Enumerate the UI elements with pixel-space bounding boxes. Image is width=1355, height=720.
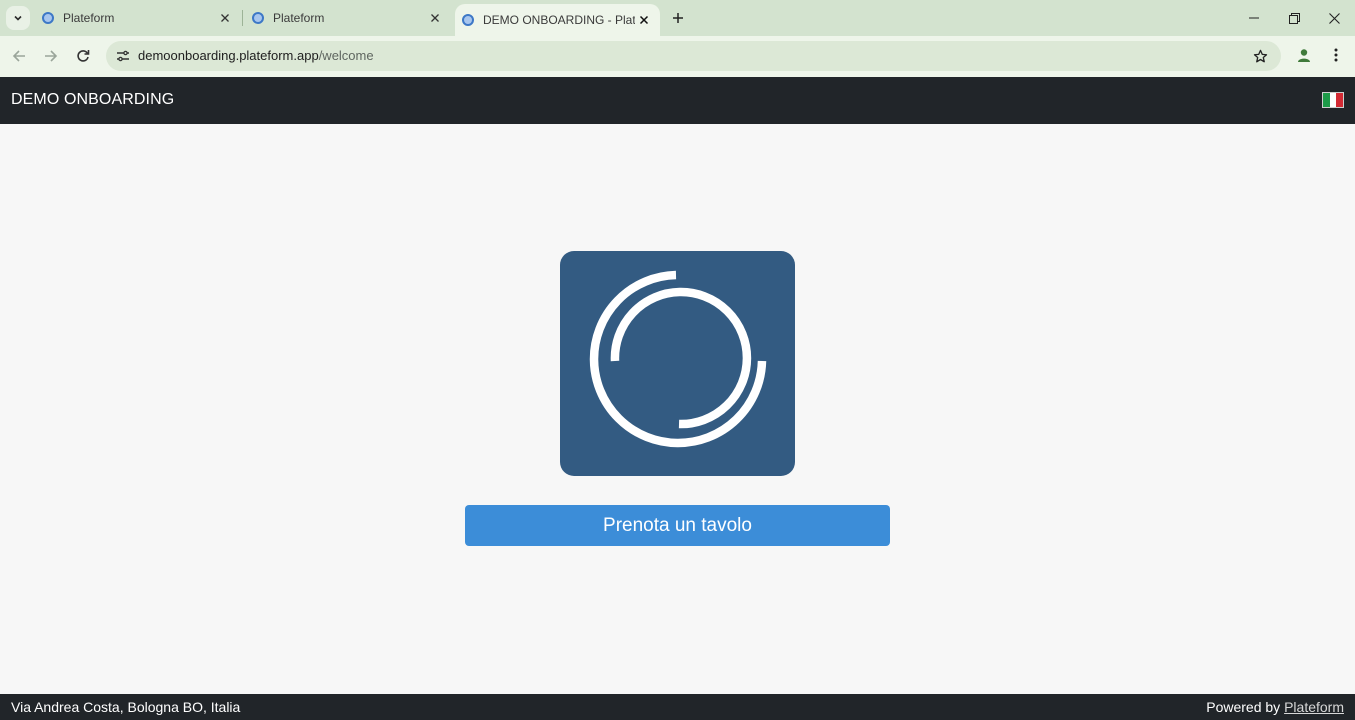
forward-arrow-icon[interactable]	[40, 45, 62, 67]
plateform-logo	[560, 251, 795, 476]
close-icon[interactable]	[216, 9, 234, 27]
browser-tab[interactable]: Plateform	[246, 0, 450, 36]
book-table-button[interactable]: Prenota un tavolo	[465, 505, 890, 546]
plateform-favicon-icon	[42, 12, 54, 24]
tab-title: Plateform	[273, 11, 325, 25]
powered-by-label: Powered by	[1206, 699, 1285, 715]
new-tab-icon[interactable]	[668, 8, 688, 28]
plateform-favicon-icon	[462, 14, 474, 26]
back-arrow-icon[interactable]	[8, 45, 30, 67]
close-icon[interactable]	[426, 9, 444, 27]
menu-kebab-icon[interactable]	[1326, 45, 1346, 65]
restore-icon[interactable]	[1284, 8, 1304, 28]
reload-icon[interactable]	[72, 45, 94, 67]
address-bar[interactable]: demoonboarding.plateform.app/welcome	[106, 41, 1281, 71]
url-text: demoonboarding.plateform.app/welcome	[138, 48, 374, 63]
minimize-icon[interactable]	[1244, 8, 1264, 28]
window-close-icon[interactable]	[1324, 8, 1344, 28]
footer-address: Via Andrea Costa, Bologna BO, Italia	[11, 699, 241, 715]
close-icon[interactable]	[635, 11, 653, 29]
browser-tab[interactable]: Plateform	[36, 0, 240, 36]
plateform-logo-mark	[589, 270, 767, 448]
url-path: /welcome	[318, 48, 374, 63]
site-info-icon[interactable]	[114, 47, 132, 65]
italy-flag-icon[interactable]	[1322, 92, 1344, 108]
browser-tab-strip: Plateform Plateform DEMO ONBOARDING - Pl…	[0, 0, 1355, 36]
tab-title: DEMO ONBOARDING - Plateform	[483, 13, 635, 27]
site-header: DEMO ONBOARDING	[0, 77, 1355, 124]
tab-title: Plateform	[63, 11, 115, 25]
tab-search-icon[interactable]	[6, 6, 30, 30]
brand-title[interactable]: DEMO ONBOARDING	[11, 91, 174, 109]
site-footer: Via Andrea Costa, Bologna BO, Italia Pow…	[0, 694, 1355, 720]
profile-icon[interactable]	[1294, 45, 1314, 65]
plateform-link[interactable]: Plateform	[1284, 699, 1344, 715]
footer-powered-by: Powered by Plateform	[1206, 699, 1344, 715]
tab-divider	[242, 10, 243, 26]
plateform-favicon-icon	[252, 12, 264, 24]
bookmark-star-icon[interactable]	[1251, 47, 1269, 65]
browser-toolbar: demoonboarding.plateform.app/welcome	[0, 36, 1355, 77]
browser-tab-active[interactable]: DEMO ONBOARDING - Plateform	[455, 4, 660, 36]
url-host: demoonboarding.plateform.app	[138, 48, 319, 63]
